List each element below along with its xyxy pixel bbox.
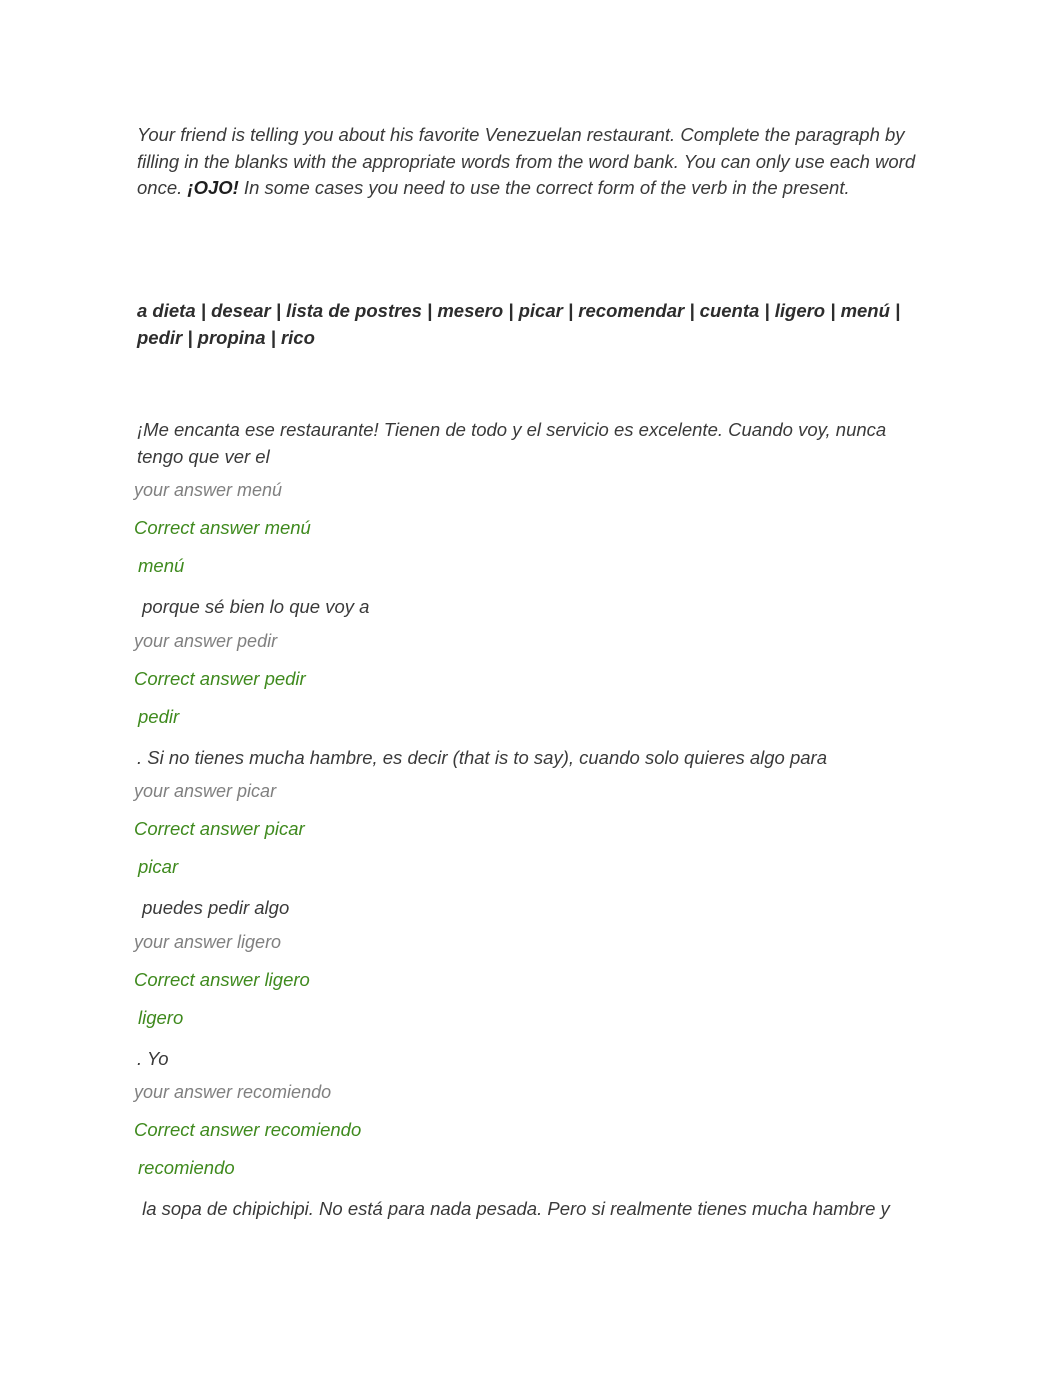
exercise-block-4: puedes pedir algo your answer ligero Cor… [134, 895, 927, 1029]
correct-answer-label-3: Correct answer picar [134, 818, 305, 839]
your-answer-5: your answer recomiendo [134, 1082, 332, 1102]
answer-word-2: pedir [138, 705, 180, 727]
answer-word-1: menú [138, 555, 185, 576]
exercise-block-1: ¡Me encanta ese restaurante! Tienen de t… [134, 417, 927, 577]
your-answer-4: your answer ligero [134, 931, 282, 952]
instructions-paragraph: Your friend is telling you about his fav… [137, 122, 923, 202]
sentence-fragment-3: . Si no tienes mucha hambre, es decir (t… [137, 746, 828, 768]
answer-word-5: recomiendo [138, 1157, 235, 1178]
exercise-block-2: porque sé bien lo que voy a your answer … [134, 594, 927, 728]
your-answer-3: your answer picar [134, 781, 277, 801]
exercise-block-3: . Si no tienes mucha hambre, es decir (t… [134, 745, 927, 879]
word-bank-line-1: a dieta | desear | lista de postres | me… [137, 300, 836, 321]
your-answer-1: your answer menú [134, 480, 283, 500]
correct-answer-label-2: Correct answer pedir [134, 667, 306, 689]
sentence-fragment-1: ¡Me encanta ese restaurante! Tienen de t… [137, 419, 892, 467]
correct-answer-label-1: Correct answer menú [134, 517, 311, 538]
sentence-fragment-5: . Yo [137, 1047, 169, 1069]
sentence-fragment-2: porque sé bien lo que voy a [137, 596, 370, 617]
block-divider [137, 1029, 927, 1046]
answer-word-3: picar [138, 856, 179, 877]
document-page: Your friend is telling you about his fav… [0, 0, 1062, 1377]
block-divider [137, 878, 927, 895]
correct-answer-label-5: Correct answer recomiendo [134, 1119, 362, 1140]
your-answer-2: your answer pedir [134, 630, 278, 651]
instructions-emphasis-ojo: ¡OJO! [187, 177, 239, 198]
word-bank: a dieta | desear | lista de postres | me… [137, 297, 927, 351]
document-content: Your friend is telling you about his fav… [134, 122, 923, 1219]
instructions-text-part2: In some cases you need to use the correc… [238, 177, 850, 198]
exercise-body: ¡Me encanta ese restaurante! Tienen de t… [134, 417, 927, 1223]
correct-answer-label-4: Correct answer ligero [134, 968, 310, 990]
block-divider [137, 728, 927, 745]
sentence-fragment-4: puedes pedir algo [137, 897, 290, 918]
closing-sentence-fragment: la sopa de chipichipi. No está para nada… [137, 1198, 890, 1219]
block-divider [137, 577, 927, 594]
answer-word-4: ligero [138, 1006, 184, 1028]
exercise-block-5: . Yo your answer recomiendo Correct answ… [134, 1046, 927, 1180]
